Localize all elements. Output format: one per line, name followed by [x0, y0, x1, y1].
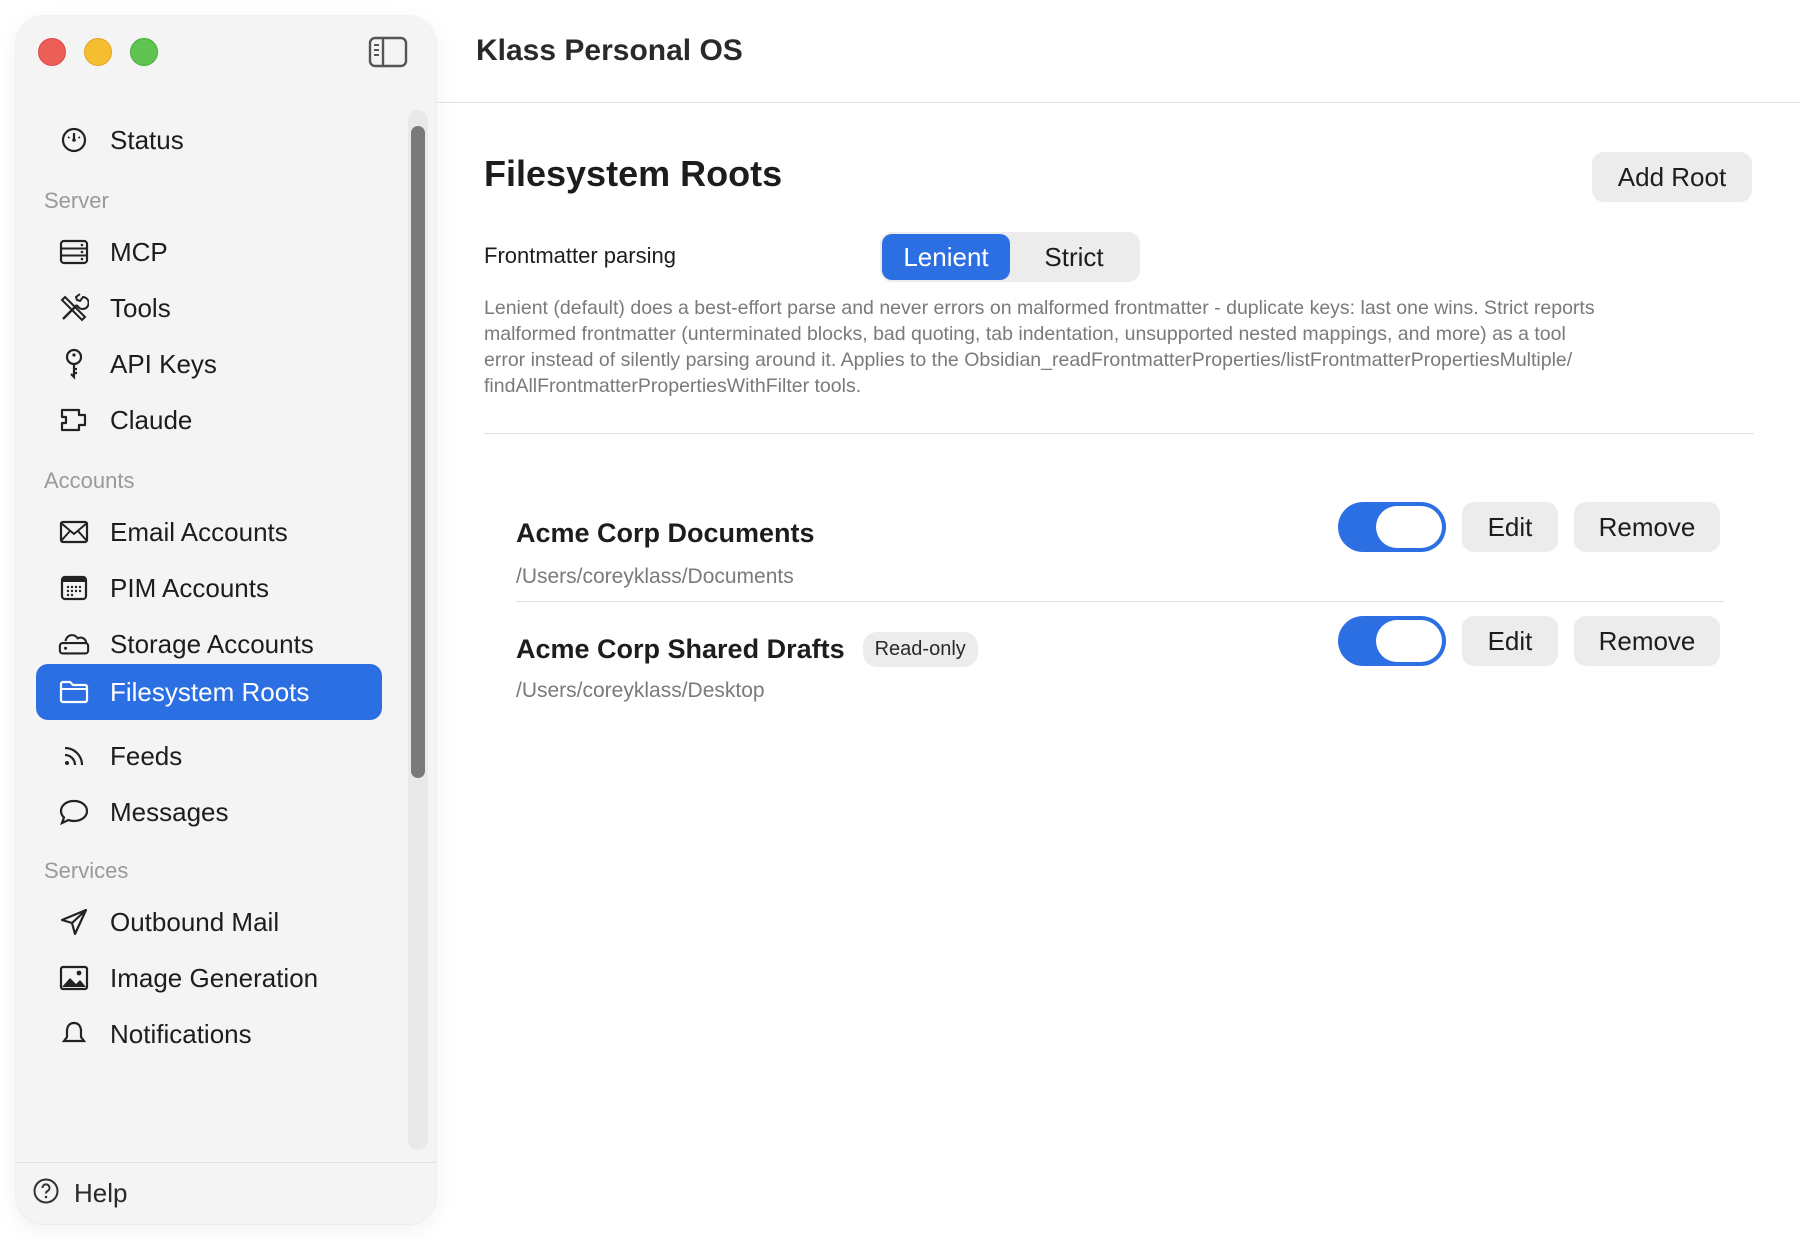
envelope-icon	[58, 516, 90, 548]
root-row: Acme Corp Shared Drafts Read-only /Users…	[516, 616, 1724, 726]
edit-root-button[interactable]: Edit	[1462, 502, 1558, 552]
sidebar-item-label: PIM Accounts	[110, 572, 269, 603]
edit-root-button[interactable]: Edit	[1462, 616, 1558, 666]
section-header-server: Server	[44, 188, 109, 213]
sidebar-item-label: Storage Accounts	[110, 628, 314, 659]
sidebar-item-image-generation[interactable]: Image Generation	[36, 946, 382, 1010]
sidebar-item-label: Tools	[110, 292, 171, 323]
paper-plane-icon	[58, 906, 90, 938]
description-line: findAllFrontmatterPropertiesWithFilter t…	[484, 375, 862, 397]
minimize-window-button[interactable]	[84, 38, 112, 66]
read-only-badge: Read-only	[862, 632, 978, 667]
window-title: Klass Personal OS	[476, 34, 743, 67]
sidebar-item-label: Filesystem Roots	[110, 676, 310, 707]
frontmatter-parsing-label: Frontmatter parsing	[484, 243, 676, 268]
sidebar-item-pim-accounts[interactable]: PIM Accounts	[36, 556, 382, 620]
chat-bubble-icon	[58, 796, 90, 828]
sidebar-scrollbar-thumb[interactable]	[411, 126, 425, 778]
section-header-services: Services	[44, 858, 129, 883]
sidebar-item-outbound-mail[interactable]: Outbound Mail	[36, 890, 382, 954]
tools-icon	[58, 292, 90, 324]
zoom-window-button[interactable]	[130, 38, 158, 66]
sidebar-item-status[interactable]: Status	[36, 108, 382, 172]
sidebar: Status Server MCP Tools API Keys Claude …	[16, 16, 436, 1224]
remove-root-button[interactable]: Remove	[1574, 502, 1720, 552]
add-root-button[interactable]: Add Root	[1592, 152, 1752, 202]
root-path: /Users/coreyklass/Desktop	[516, 679, 765, 702]
sidebar-item-label: Claude	[110, 404, 193, 435]
key-icon	[58, 348, 90, 380]
remove-root-button[interactable]: Remove	[1574, 616, 1720, 666]
frontmatter-mode-segmented-control: Lenient Strict	[880, 232, 1140, 282]
sidebar-nav: Status Server MCP Tools API Keys Claude …	[16, 106, 416, 1174]
cloud-drive-icon	[58, 628, 90, 660]
toggle-knob	[1376, 506, 1442, 548]
page-title: Filesystem Roots	[484, 153, 783, 194]
sidebar-item-api-keys[interactable]: API Keys	[36, 332, 382, 396]
sidebar-item-feeds[interactable]: Feeds	[36, 724, 382, 788]
sidebar-item-mcp[interactable]: MCP	[36, 220, 382, 284]
root-row: Acme Corp Documents /Users/coreyklass/Do…	[516, 502, 1724, 612]
sidebar-item-messages[interactable]: Messages	[36, 780, 382, 844]
sidebar-item-filesystem-roots[interactable]: Filesystem Roots	[36, 664, 382, 720]
question-circle-icon	[32, 1177, 60, 1210]
root-name-text: Acme Corp Shared Drafts	[516, 634, 845, 664]
server-icon	[58, 236, 90, 268]
description-line: Lenient (default) does a best-effort par…	[484, 297, 1595, 319]
sidebar-item-label: MCP	[110, 236, 168, 267]
root-enabled-toggle[interactable]	[1338, 616, 1446, 666]
rss-icon	[58, 740, 90, 772]
sidebar-item-label: Messages	[110, 796, 229, 827]
sidebar-item-notifications[interactable]: Notifications	[36, 1002, 382, 1066]
root-enabled-toggle[interactable]	[1338, 502, 1446, 552]
calendar-icon	[58, 572, 90, 604]
segment-lenient[interactable]: Lenient	[882, 234, 1010, 280]
plugin-icon	[58, 404, 90, 436]
sidebar-toggle-icon[interactable]	[368, 36, 408, 68]
sidebar-item-label: Status	[110, 124, 184, 155]
root-name: Acme Corp Shared Drafts Read-only	[516, 632, 978, 667]
row-divider	[516, 601, 1724, 602]
sidebar-scrollbar[interactable]	[408, 110, 428, 1150]
sidebar-item-claude[interactable]: Claude	[36, 388, 382, 452]
frontmatter-description: Lenient (default) does a best-effort par…	[484, 295, 1754, 399]
gauge-icon	[58, 124, 90, 156]
bell-icon	[58, 1018, 90, 1050]
sidebar-item-label: API Keys	[110, 348, 217, 379]
window-controls	[38, 38, 158, 66]
sidebar-item-label: Notifications	[110, 1018, 252, 1049]
root-name-text: Acme Corp Documents	[516, 518, 815, 548]
title-bar: Klass Personal OS	[436, 0, 1800, 103]
sidebar-item-tools[interactable]: Tools	[36, 276, 382, 340]
help-button[interactable]: Help	[16, 1162, 436, 1224]
folder-icon	[58, 676, 90, 708]
sidebar-item-label: Email Accounts	[110, 516, 288, 547]
toggle-knob	[1376, 620, 1442, 662]
sidebar-item-label: Outbound Mail	[110, 906, 280, 937]
sidebar-item-email-accounts[interactable]: Email Accounts	[36, 500, 382, 564]
help-label: Help	[74, 1178, 128, 1208]
segment-strict[interactable]: Strict	[1010, 234, 1138, 280]
root-path: /Users/coreyklass/Documents	[516, 565, 794, 588]
sidebar-item-label: Image Generation	[110, 962, 319, 993]
photo-icon	[58, 962, 90, 994]
description-line: malformed frontmatter (unterminated bloc…	[484, 323, 1566, 345]
close-window-button[interactable]	[38, 38, 66, 66]
section-divider	[484, 433, 1754, 434]
section-header-accounts: Accounts	[44, 468, 135, 493]
root-name: Acme Corp Documents	[516, 518, 815, 549]
sidebar-item-label: Feeds	[110, 740, 183, 771]
description-line: error instead of silently parsing around…	[484, 349, 1573, 371]
